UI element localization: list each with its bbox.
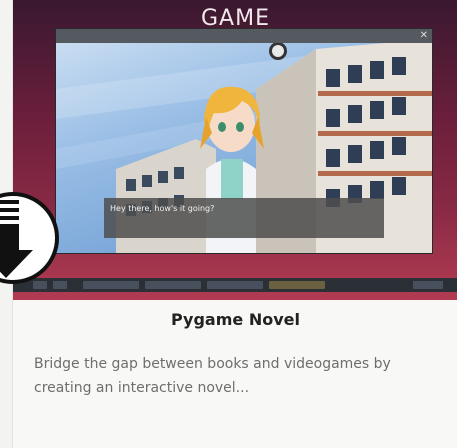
project-description: Bridge the gap between books and videoga…: [34, 356, 391, 396]
close-icon: ✕: [419, 30, 428, 41]
project-title[interactable]: Pygame Novel: [13, 310, 457, 329]
dialog-box: Hey there, how's it going?: [104, 198, 384, 238]
project-card[interactable]: GAME ✕ Hey there, how's it going? Pygame…: [0, 0, 457, 448]
window-titlebar: [56, 29, 432, 43]
taskbar-item: [145, 281, 201, 289]
taskbar-item: [83, 281, 139, 289]
taskbar-tray: [413, 281, 443, 289]
desktop-taskbar: [13, 278, 457, 292]
hero-title: GAME: [201, 6, 270, 31]
taskbar-item: [207, 281, 263, 289]
dialog-text: Hey there, how's it going?: [110, 204, 215, 213]
download-arrow-icon[interactable]: [0, 186, 59, 290]
game-window: ✕ Hey there, how's it going?: [55, 28, 433, 254]
taskbar-item: [269, 281, 325, 289]
preview-image: GAME ✕ Hey there, how's it going?: [13, 0, 457, 300]
